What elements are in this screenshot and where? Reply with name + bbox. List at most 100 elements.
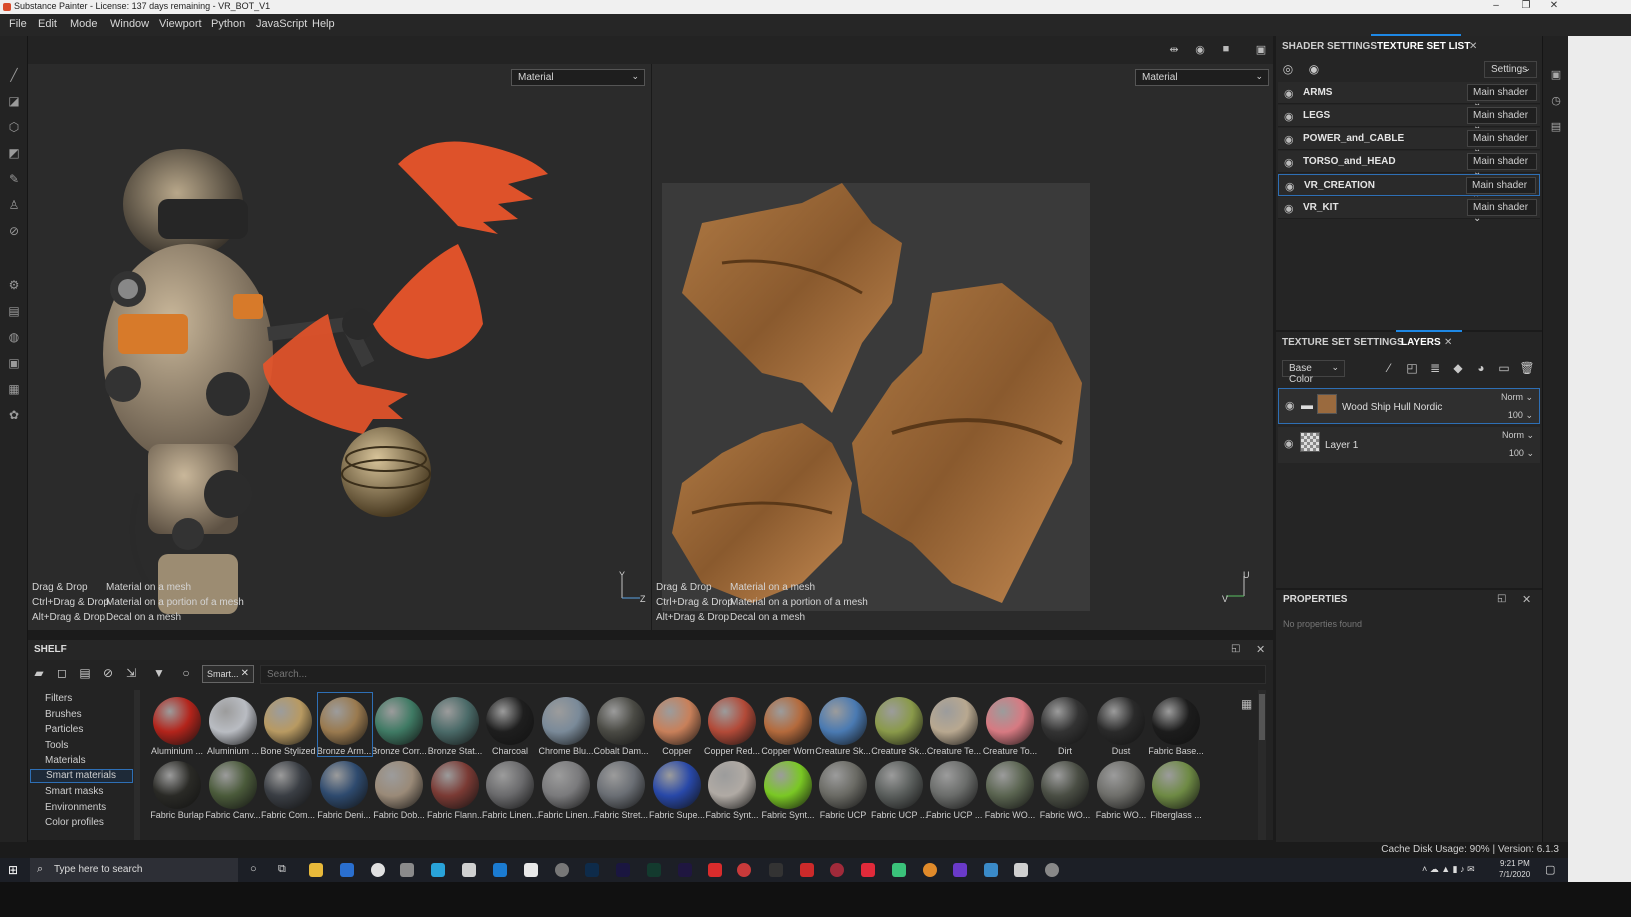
visibility-toggle-icon[interactable]: ◎ <box>1280 62 1296 78</box>
add-mask-icon[interactable]: ◰ <box>1404 361 1420 377</box>
settings-dropdown[interactable]: Settings ⌄ <box>1484 61 1537 78</box>
menu-python[interactable]: Python <box>211 18 245 30</box>
photoshop-icon[interactable] <box>585 863 599 877</box>
close-icon[interactable]: ✕ <box>1469 41 1477 52</box>
material-preview-ball[interactable] <box>431 761 479 809</box>
blender-icon[interactable] <box>923 863 937 877</box>
material-preview-ball[interactable] <box>875 697 923 745</box>
material-preview-ball[interactable] <box>486 697 534 745</box>
substance-painter-icon[interactable] <box>737 863 751 877</box>
camera-icon[interactable]: ■ <box>1218 43 1234 57</box>
menu-javascript[interactable]: JavaScript <box>256 18 307 30</box>
opacity-dropdown[interactable]: 100 ⌄ <box>1508 410 1533 421</box>
material-preview-ball[interactable] <box>653 697 701 745</box>
material-preview-ball[interactable] <box>1097 761 1145 809</box>
eye-icon[interactable]: ◉ <box>1284 133 1294 146</box>
filter-icon[interactable]: ▼ <box>151 666 167 682</box>
add-folder-icon[interactable]: ▭ <box>1496 361 1512 377</box>
material-preview-ball[interactable] <box>264 697 312 745</box>
eye-icon[interactable]: ◉ <box>1285 399 1295 412</box>
blend-mode-dropdown[interactable]: Norm ⌄ <box>1501 392 1533 403</box>
environment-icon[interactable]: ◉ <box>1192 43 1208 57</box>
material-preview-ball[interactable] <box>542 697 590 745</box>
material-preview-ball[interactable] <box>764 761 812 809</box>
shelf-category[interactable]: Brushes <box>45 709 82 720</box>
app-icon[interactable] <box>769 863 783 877</box>
bake-icon[interactable]: ▤ <box>7 304 21 318</box>
material-preview-ball[interactable] <box>764 697 812 745</box>
filter-circle-icon[interactable]: ○ <box>178 666 194 682</box>
notifications-icon[interactable]: ▢ <box>1545 863 1555 876</box>
app-icon[interactable] <box>861 863 875 877</box>
cortana-icon[interactable]: ○ <box>250 863 257 875</box>
material-preview-ball[interactable] <box>486 761 534 809</box>
material-preview-ball[interactable] <box>320 697 368 745</box>
paint-brush-icon[interactable]: ╱ <box>7 68 21 82</box>
menu-viewport[interactable]: Viewport <box>159 18 202 30</box>
eye-icon[interactable]: ◉ <box>1284 156 1294 169</box>
visual-studio-icon[interactable] <box>953 863 967 877</box>
shader-dropdown[interactable]: Main shader ⌄ <box>1467 153 1537 178</box>
material-preview-ball[interactable] <box>819 761 867 809</box>
symmetry-icon[interactable]: ⇹ <box>1166 43 1182 57</box>
menu-help[interactable]: Help <box>312 18 335 30</box>
folder-icon[interactable]: ▰ <box>31 666 47 682</box>
taskbar-search-box[interactable]: ⌕ Type here to search <box>30 858 238 882</box>
layer-row-selected[interactable]: ◉ ▬ Wood Ship Hull Nordic Norm ⌄ 100 ⌄ <box>1278 388 1540 424</box>
eye-icon[interactable]: ◉ <box>1284 437 1294 450</box>
shelf-category[interactable]: Environments <box>45 802 106 813</box>
app-icon[interactable] <box>984 863 998 877</box>
add-layer-icon[interactable]: ≣ <box>1427 361 1443 377</box>
dimension-icon[interactable] <box>647 863 661 877</box>
shelf-search-input[interactable] <box>260 665 1266 684</box>
material-preview-ball[interactable] <box>1041 761 1089 809</box>
close-icon[interactable]: ✕ <box>1256 643 1265 656</box>
texture-set-row-selected[interactable]: ◉ VR_CREATION Main shader ⌄ <box>1278 174 1540 202</box>
eye-icon[interactable]: ◉ <box>1284 202 1294 215</box>
shader-dropdown[interactable]: Main shader ⌄ <box>1467 107 1537 132</box>
material-preview-ball[interactable] <box>597 697 645 745</box>
clone-stamp-icon[interactable]: ♙ <box>7 198 21 212</box>
texture-set-row[interactable]: ◉ TORSO_and_HEAD Main shader ⌄ <box>1278 151 1540 178</box>
eye-icon[interactable]: ◉ <box>1285 180 1295 193</box>
close-window-button[interactable]: ✕ <box>1542 0 1566 14</box>
tab-texture-set-list[interactable]: TEXTURE SET LIST <box>1377 41 1470 52</box>
material-preview-ball[interactable] <box>209 697 257 745</box>
category-scrollbar[interactable] <box>134 690 140 840</box>
app-icon[interactable] <box>830 863 844 877</box>
tab-shader-settings[interactable]: SHADER SETTINGS <box>1282 41 1377 52</box>
material-preview-ball[interactable] <box>930 697 978 745</box>
menu-window[interactable]: Window <box>110 18 149 30</box>
minimize-button[interactable]: – <box>1484 0 1508 14</box>
render-icon[interactable]: ◍ <box>7 330 21 344</box>
app-icon[interactable] <box>892 863 906 877</box>
shader-dropdown[interactable]: Main shader ⌄ <box>1466 177 1536 202</box>
color-picker-icon[interactable]: ⊘ <box>7 224 21 238</box>
texture-set-row[interactable]: ◉ ARMS Main shader ⌄ <box>1278 82 1540 109</box>
material-preview-ball[interactable] <box>320 761 368 809</box>
plugin-icon[interactable]: ✿ <box>7 408 21 422</box>
import-icon[interactable]: ⇲ <box>123 666 139 682</box>
material-preview-ball[interactable] <box>1152 697 1200 745</box>
shelf-category[interactable]: Color profiles <box>45 817 104 828</box>
steam-icon[interactable] <box>493 863 507 877</box>
add-effect-icon[interactable]: ⁄ <box>1381 361 1397 377</box>
material-preview-ball[interactable] <box>264 761 312 809</box>
material-preview-ball[interactable] <box>542 761 590 809</box>
app-icon[interactable] <box>431 863 445 877</box>
premiere-icon[interactable] <box>678 863 692 877</box>
remove-filter-icon[interactable]: ✕ <box>241 668 249 679</box>
material-preview-ball[interactable] <box>930 761 978 809</box>
grid-view-icon[interactable]: ▦ <box>1241 697 1252 711</box>
material-preview-ball[interactable] <box>209 761 257 809</box>
material-preview-ball[interactable] <box>819 697 867 745</box>
file-explorer-icon[interactable] <box>309 863 323 877</box>
add-smart-mask-icon[interactable]: ◕ <box>1473 361 1489 377</box>
shader-dropdown[interactable]: Main shader ⌄ <box>1467 130 1537 155</box>
eye-icon[interactable]: ◉ <box>1306 62 1322 78</box>
material-preview-ball[interactable] <box>708 697 756 745</box>
tab-texture-set-settings[interactable]: TEXTURE SET SETTINGS <box>1282 337 1404 348</box>
app-icon[interactable] <box>524 863 538 877</box>
robot-3d-model[interactable] <box>28 64 650 630</box>
close-icon[interactable]: ✕ <box>1522 593 1531 606</box>
